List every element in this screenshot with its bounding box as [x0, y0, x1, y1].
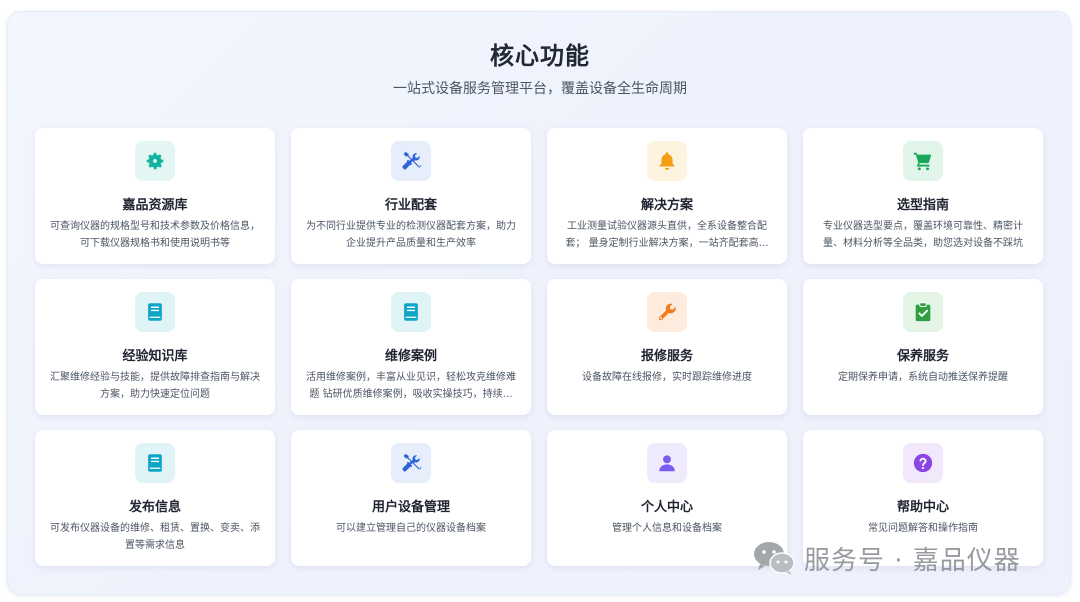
tools-icon: [391, 443, 431, 483]
feature-card-title: 选型指南: [896, 198, 949, 213]
cart-icon: [903, 141, 943, 181]
feature-grid: 嘉品资源库可查询仪器的规格型号和技术参数及价格信息，可下载仪器规格书和使用说明书…: [35, 128, 1045, 566]
feature-card-description: 为不同行业提供专业的检测仪器配套方案，助力企业提升产品质量和生产效率: [306, 221, 516, 249]
clipboard-check-icon: [903, 292, 943, 332]
feature-card[interactable]: 行业配套为不同行业提供专业的检测仪器配套方案，助力企业提升产品质量和生产效率: [291, 128, 531, 264]
feature-card-title: 解决方案: [640, 198, 693, 213]
feature-card-title: 发布信息: [128, 500, 181, 515]
feature-card-description: 设备故障在线报修，实时跟踪维修进度: [582, 372, 752, 383]
feature-card-title: 维修案例: [384, 349, 437, 364]
feature-card[interactable]: 保养服务定期保养申请，系统自动推送保养提醒: [803, 279, 1043, 415]
user-icon: [647, 443, 687, 483]
feature-card-title: 帮助中心: [896, 500, 949, 515]
wechat-icon: [752, 540, 796, 576]
feature-card[interactable]: 发布信息可发布仪器设备的维修、租赁、置换、变卖、添置等需求信息: [35, 430, 275, 566]
feature-card-title: 嘉品资源库: [122, 198, 188, 213]
feature-card-title: 个人中心: [640, 500, 693, 515]
feature-card[interactable]: 解决方案工业测量试验仪器源头直供，全系设备整合配套； 量身定制行业解决方案，一站…: [547, 128, 787, 264]
feature-card-description: 工业测量试验仪器源头直供，全系设备整合配套； 量身定制行业解决方案，一站齐配套高…: [565, 221, 769, 249]
feature-card-description: 可查询仪器的规格型号和技术参数及价格信息，可下载仪器规格书和使用说明书等: [50, 221, 260, 249]
feature-card[interactable]: 选型指南专业仪器选型要点，覆盖环境可靠性、精密计量、材料分析等全品类，助您选对设…: [803, 128, 1043, 264]
feature-card-title: 保养服务: [896, 349, 949, 364]
feature-card-description: 常见问题解答和操作指南: [868, 523, 978, 534]
watermark-text: 服务号 · 嘉品仪器: [804, 545, 1021, 576]
feature-card-title: 经验知识库: [122, 349, 188, 364]
feature-card-title: 报修服务: [640, 349, 693, 364]
feature-card[interactable]: 维修案例活用维修案例，丰富从业见识，轻松攻克维修难题 钻研优质维修案例，吸收实操…: [291, 279, 531, 415]
gear-icon: [135, 141, 175, 181]
question-icon: [903, 443, 943, 483]
feature-card-description: 可以建立管理自己的仪器设备档案: [336, 523, 486, 534]
book-icon: [391, 292, 431, 332]
bell-icon: [647, 141, 687, 181]
book-icon: [135, 292, 175, 332]
feature-card-description: 可发布仪器设备的维修、租赁、置换、变卖、添置等需求信息: [50, 523, 260, 551]
feature-card-title: 行业配套: [384, 198, 437, 213]
feature-card[interactable]: 经验知识库汇聚维修经验与技能，提供故障排查指南与解决方案，助力快速定位问题: [35, 279, 275, 415]
watermark: 服务号 · 嘉品仪器: [752, 538, 1021, 578]
feature-card[interactable]: 嘉品资源库可查询仪器的规格型号和技术参数及价格信息，可下载仪器规格书和使用说明书…: [35, 128, 275, 264]
wrench-icon: [647, 292, 687, 332]
feature-card-description: 定期保养申请，系统自动推送保养提醒: [838, 372, 1008, 383]
feature-card[interactable]: 用户设备管理可以建立管理自己的仪器设备档案: [291, 430, 531, 566]
page-title: 核心功能: [490, 42, 590, 70]
feature-card[interactable]: 报修服务设备故障在线报修，实时跟踪维修进度: [547, 279, 787, 415]
feature-card[interactable]: 个人中心管理个人信息和设备档案: [547, 430, 787, 566]
tools-icon: [391, 141, 431, 181]
feature-card-description: 专业仪器选型要点，覆盖环境可靠性、精密计量、材料分析等全品类，助您选对设备不踩坑: [823, 221, 1023, 249]
book-icon: [135, 443, 175, 483]
page-subtitle: 一站式设备服务管理平台，覆盖设备全生命周期: [393, 81, 687, 97]
feature-card-description: 管理个人信息和设备档案: [612, 523, 722, 534]
feature-card-description: 活用维修案例，丰富从业见识，轻松攻克维修难题 钻研优质维修案例，吸收实操技巧，持…: [306, 372, 516, 400]
feature-card-title: 用户设备管理: [371, 500, 450, 515]
feature-card-description: 汇聚维修经验与技能，提供故障排查指南与解决方案，助力快速定位问题: [50, 372, 260, 400]
